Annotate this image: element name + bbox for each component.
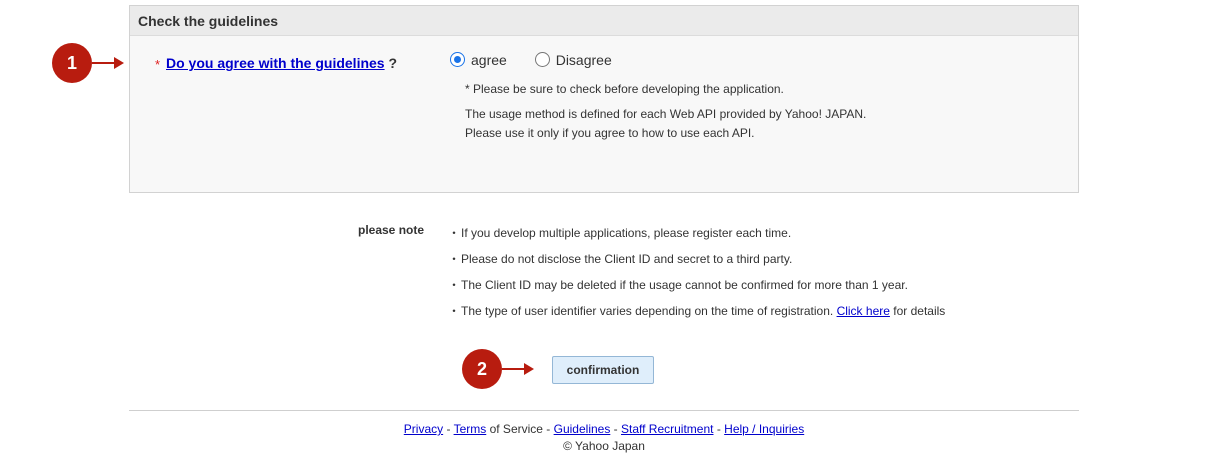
of-service-text: of Service - — [489, 422, 551, 436]
panel-title: Check the guidelines — [130, 6, 1078, 36]
list-item: ・The type of user identifier varies depe… — [448, 304, 946, 318]
usage-note-1: The usage method is defined for each Web… — [465, 107, 867, 121]
help-inquiries-link[interactable]: Help / Inquiries — [724, 422, 804, 436]
disagree-option[interactable]: Disagree — [534, 51, 612, 69]
bullet-icon: ・ — [448, 226, 461, 240]
bullet-icon: ・ — [448, 278, 461, 292]
privacy-link[interactable]: Privacy — [404, 422, 443, 436]
step-marker-1: 1 — [52, 43, 92, 83]
guidelines-question: Do you agree with the guidelines ? — [166, 55, 397, 71]
guidelines-link[interactable]: Do you agree with the guidelines — [166, 55, 385, 71]
please-note-list: ・If you develop multiple applications, p… — [448, 225, 945, 329]
disagree-radio[interactable] — [534, 51, 550, 67]
guidelines-footer-link[interactable]: Guidelines — [554, 422, 611, 436]
please-note-label: please note — [358, 223, 425, 237]
disagree-label: Disagree — [555, 52, 612, 68]
list-item: ・Please do not disclose the Client ID an… — [448, 252, 793, 266]
bullet-icon: ・ — [448, 304, 461, 318]
footer-links: Privacy - Terms of Service - Guidelines … — [403, 422, 805, 436]
check-note: * Please be sure to check before develop… — [465, 82, 784, 96]
footer-divider — [129, 410, 1079, 411]
agreement-radio-group: agree Disagree — [450, 51, 636, 69]
staff-recruitment-link[interactable]: Staff Recruitment — [621, 422, 713, 436]
footer: Privacy - Terms of Service - Guidelines … — [129, 421, 1079, 455]
required-marker: * — [155, 57, 161, 72]
step-marker-2: 2 — [462, 349, 502, 389]
question-mark: ? — [388, 55, 398, 71]
agree-radio[interactable] — [450, 51, 465, 67]
arrow-2-icon — [502, 363, 534, 375]
confirmation-button[interactable]: confirmation — [552, 356, 654, 384]
list-item: ・The Client ID may be deleted if the usa… — [448, 278, 908, 292]
agree-label: agree — [471, 52, 507, 68]
guidelines-panel: Check the guidelines * Do you agree with… — [129, 5, 1079, 193]
agree-option[interactable]: agree — [450, 51, 507, 69]
bullet-icon: ・ — [448, 252, 461, 266]
click-here-link[interactable]: Click here — [837, 304, 890, 318]
usage-note-2: Please use it only if you agree to how t… — [465, 126, 755, 140]
list-item: ・If you develop multiple applications, p… — [448, 226, 792, 240]
arrow-1-icon — [92, 57, 124, 69]
terms-link[interactable]: Terms — [454, 422, 487, 436]
copyright: © Yahoo Japan — [563, 439, 645, 453]
